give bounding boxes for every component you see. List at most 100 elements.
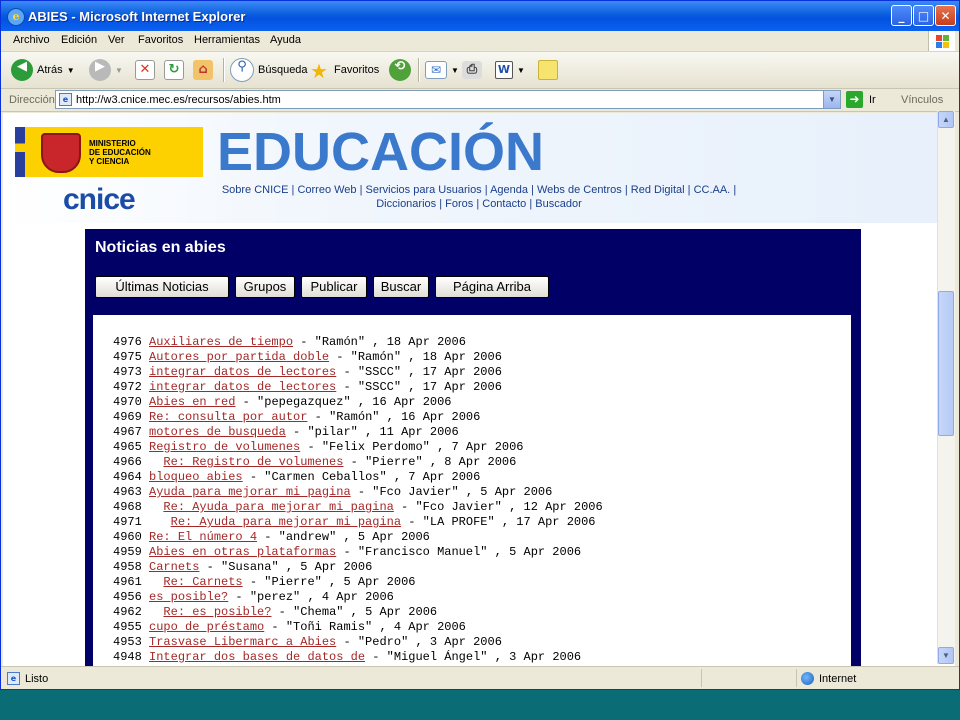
post-author: "Francisco Manuel"	[357, 545, 488, 559]
post-link[interactable]: Re: es posible?	[163, 605, 271, 619]
post-date: 3 Apr 2006	[509, 650, 582, 664]
post-row: 4966 Re: Registro de volumenes - "Pierre…	[113, 455, 603, 470]
post-link[interactable]: Abies en red	[149, 395, 235, 409]
maximize-button[interactable]: □	[913, 5, 934, 26]
links-label[interactable]: Vínculos	[901, 94, 943, 106]
post-separator: -	[199, 560, 222, 574]
cnice-logo[interactable]: cnice	[63, 183, 136, 217]
post-author: "Felix Perdomo"	[321, 440, 430, 454]
post-link[interactable]: Integrar dos bases de datos de	[149, 650, 365, 664]
post-link[interactable]: Re: Ayuda para mejorar mi pagina	[171, 515, 401, 529]
ministerio-line: Y CIENCIA	[89, 157, 130, 166]
scroll-down-icon[interactable]: ▼	[938, 647, 954, 664]
post-indent	[142, 620, 149, 634]
nav-link[interactable]: Diccionarios	[376, 198, 436, 210]
post-link[interactable]: cupo de préstamo	[149, 620, 264, 634]
latest-news-button[interactable]: Últimas Noticias	[95, 276, 229, 298]
nav-link[interactable]: Foros	[445, 198, 473, 210]
post-id: 4968	[113, 500, 142, 514]
page-top-button[interactable]: Página Arriba	[435, 276, 549, 298]
post-separator: -	[365, 650, 387, 664]
site-header: MINISTERIO DE EDUCACIÓN Y CIENCIA cnice …	[3, 113, 955, 223]
search-button[interactable]: Buscar	[373, 276, 429, 298]
back-button[interactable]: ◀ Atrás ▼	[11, 57, 75, 83]
post-link[interactable]: motores de busqueda	[149, 425, 286, 439]
post-link[interactable]: Registro de volumenes	[149, 440, 300, 454]
edit-button[interactable]: W ▼	[495, 57, 525, 83]
back-dropdown-icon[interactable]: ▼	[67, 66, 75, 75]
nav-link[interactable]: Webs de Centros	[537, 184, 622, 196]
edit-dropdown-icon[interactable]: ▼	[517, 66, 525, 75]
history-button[interactable]: ⟲	[389, 57, 411, 83]
post-link[interactable]: Re: consulta por autor	[149, 410, 307, 424]
post-link[interactable]: es posible?	[149, 590, 228, 604]
favorites-button[interactable]: ★ Favoritos	[308, 57, 379, 83]
menu-herramientas[interactable]: Herramientas	[194, 34, 260, 46]
nav-link[interactable]: Buscador	[535, 198, 581, 210]
publish-button[interactable]: Publicar	[301, 276, 367, 298]
nav-link[interactable]: CC.AA.	[694, 184, 731, 196]
forward-dropdown-icon[interactable]: ▼	[115, 66, 123, 75]
scroll-thumb[interactable]	[938, 291, 954, 436]
favorites-label: Favoritos	[334, 64, 380, 76]
title-bar[interactable]: e ABIES - Microsoft Internet Explorer _ …	[1, 1, 959, 31]
post-link[interactable]: integrar datos de lectores	[149, 380, 336, 394]
post-separator: -	[343, 455, 366, 469]
menu-edicion[interactable]: Edición	[61, 34, 97, 46]
post-id: 4969	[113, 410, 142, 424]
address-input[interactable]: e http://w3.cnice.mec.es/recursos/abies.…	[55, 90, 841, 109]
post-author: "andrew"	[278, 530, 337, 544]
nav-link[interactable]: Red Digital	[631, 184, 685, 196]
menu-ayuda[interactable]: Ayuda	[270, 34, 301, 46]
forward-button[interactable]: ▶ ▼	[89, 57, 123, 83]
post-date: 11 Apr 2006	[379, 425, 459, 439]
post-link[interactable]: Re: Ayuda para mejorar mi pagina	[163, 500, 393, 514]
post-link[interactable]: bloqueo abies	[149, 470, 243, 484]
post-link[interactable]: Ayuda para mejorar mi pagina	[149, 485, 351, 499]
post-link[interactable]: Carnets	[149, 560, 199, 574]
minimize-button[interactable]: _	[891, 5, 912, 26]
address-dropdown-icon[interactable]: ▼	[823, 91, 840, 108]
print-button[interactable]: ⎙	[462, 57, 482, 83]
mail-icon: ✉	[425, 61, 447, 79]
menu-archivo[interactable]: Archivo	[13, 34, 50, 46]
nav-link[interactable]: Agenda	[490, 184, 528, 196]
post-link[interactable]: Re: Registro de volumenes	[163, 455, 343, 469]
post-link[interactable]: Abies en otras plataformas	[149, 545, 336, 559]
search-button[interactable]: ⚲ Búsqueda	[230, 57, 308, 83]
refresh-button[interactable]: ↻	[164, 57, 184, 83]
post-id: 4973	[113, 365, 142, 379]
post-link[interactable]: integrar datos de lectores	[149, 365, 336, 379]
favorites-star-icon: ★	[310, 59, 328, 83]
security-zone[interactable]: Internet	[801, 672, 856, 685]
post-link[interactable]: Re: Carnets	[163, 575, 242, 589]
mail-dropdown-icon[interactable]: ▼	[451, 66, 459, 75]
mail-button[interactable]: ✉ ▼	[425, 57, 459, 83]
post-author: "Pierre"	[264, 575, 322, 589]
post-date: 7 Apr 2006	[451, 440, 524, 454]
site-nav-links: Sobre CNICE | Correo Web | Servicios par…	[221, 184, 737, 210]
post-link[interactable]: Auxiliares de tiempo	[149, 335, 293, 349]
menu-ver[interactable]: Ver	[108, 34, 125, 46]
vertical-scrollbar[interactable]: ▲ ▼	[937, 111, 955, 664]
ministerio-logo[interactable]: MINISTERIO DE EDUCACIÓN Y CIENCIA	[15, 127, 203, 177]
scroll-up-icon[interactable]: ▲	[938, 111, 954, 128]
home-button[interactable]: ⌂	[193, 57, 213, 83]
groups-button[interactable]: Grupos	[235, 276, 295, 298]
post-link[interactable]: Re: El número 4	[149, 530, 257, 544]
go-button[interactable]: ➜ Ir	[846, 91, 876, 108]
status-divider	[701, 669, 702, 687]
menu-favoritos[interactable]: Favoritos	[138, 34, 183, 46]
post-author: "Fco Javier"	[372, 485, 459, 499]
post-link[interactable]: Autores por partida doble	[149, 350, 329, 364]
stop-button[interactable]: ✕	[135, 57, 155, 83]
nav-link[interactable]: Servicios para Usuarios	[366, 184, 482, 196]
nav-link[interactable]: Sobre CNICE	[222, 184, 289, 196]
messenger-button[interactable]	[538, 57, 558, 83]
window-title: ABIES - Microsoft Internet Explorer	[28, 9, 246, 24]
post-author: "Ramón"	[314, 335, 366, 349]
nav-link[interactable]: Contacto	[482, 198, 526, 210]
nav-link[interactable]: Correo Web	[297, 184, 356, 196]
post-link[interactable]: Trasvase Libermarc a Abies	[149, 635, 336, 649]
close-button[interactable]: ✕	[935, 5, 956, 26]
